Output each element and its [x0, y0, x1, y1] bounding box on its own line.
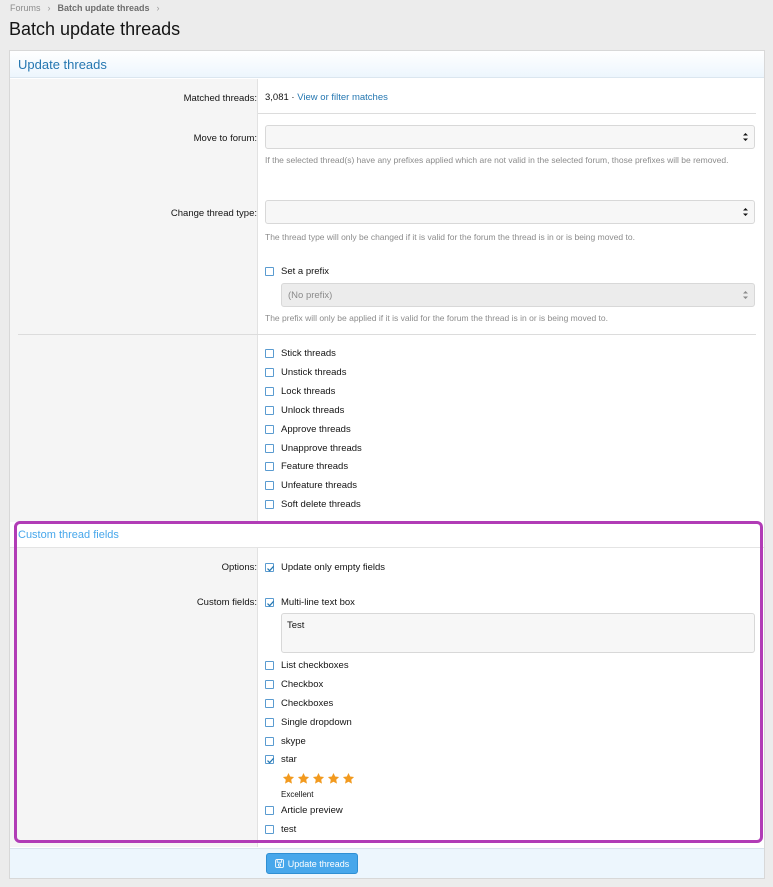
star-rating[interactable]	[282, 772, 355, 785]
checkbox-box[interactable]	[265, 597, 275, 607]
checkbox-unlock-threads[interactable]: Unlock threads	[265, 403, 344, 417]
checkbox-box[interactable]	[265, 736, 274, 746]
view-filter-matches-link[interactable]: View or filter matches	[297, 92, 388, 103]
breadcrumb: Forums › Batch update threads ›	[10, 3, 167, 13]
checkbox-approve-threads[interactable]: Approve threads	[265, 422, 351, 436]
updown-caret-icon	[743, 208, 748, 216]
star-icon[interactable]	[282, 772, 295, 785]
matched-threads-value: 3,081 · View or filter matches	[265, 92, 388, 103]
checkbox-box[interactable]	[265, 754, 275, 764]
set-prefix-checkbox-row[interactable]: Set a prefix	[265, 264, 329, 278]
matched-separator: ·	[288, 92, 298, 103]
star-icon[interactable]	[327, 772, 340, 785]
chevron-right-icon: ›	[156, 3, 160, 13]
checkbox-box[interactable]	[265, 386, 274, 396]
checkbox-box[interactable]	[265, 679, 274, 689]
checkbox-unapprove-threads[interactable]: Unapprove threads	[265, 441, 362, 455]
chevron-right-icon: ›	[47, 3, 51, 13]
form-footer: Update threads	[10, 848, 764, 878]
checkbox-box[interactable]	[265, 461, 274, 471]
checkbox-box[interactable]	[265, 660, 274, 670]
breadcrumb-batch-update[interactable]: Batch update threads	[58, 3, 150, 13]
breadcrumb-forums[interactable]: Forums	[10, 3, 41, 13]
prefix-select[interactable]: (No prefix)	[281, 283, 755, 307]
label-column: Matched threads: Move to forum: Change t…	[10, 79, 258, 847]
checkbox-checkboxes[interactable]: Checkboxes	[265, 696, 333, 710]
checkbox-box[interactable]	[265, 405, 274, 415]
checkbox-box[interactable]	[265, 698, 274, 708]
move-to-forum-select[interactable]	[265, 125, 755, 149]
checkbox-list-checkboxes[interactable]: List checkboxes	[265, 658, 349, 672]
checkbox-box[interactable]	[265, 805, 274, 815]
multi-line-textarea[interactable]: Test	[281, 613, 755, 653]
update-threads-block: Update threads Matched threads: Move to …	[9, 50, 765, 879]
checkbox-soft-delete-threads[interactable]: Soft delete threads	[265, 497, 361, 511]
matched-threads-label: Matched threads:	[183, 93, 257, 104]
check-icon	[267, 565, 275, 572]
thread-type-hint: The thread type will only be changed if …	[265, 232, 635, 242]
checkbox-box[interactable]	[265, 499, 274, 509]
checkbox-unstick-threads[interactable]: Unstick threads	[265, 365, 346, 379]
checkbox-box[interactable]	[265, 480, 274, 490]
checkbox-single-dropdown[interactable]: Single dropdown	[265, 715, 352, 729]
custom-fields-title: Custom thread fields	[18, 529, 119, 541]
checkbox-box[interactable]	[265, 424, 274, 434]
update-threads-button[interactable]: Update threads	[266, 853, 358, 874]
star-icon[interactable]	[312, 772, 325, 785]
checkbox-box[interactable]	[265, 443, 274, 453]
matched-count: 3,081	[265, 92, 289, 103]
check-icon	[267, 600, 275, 607]
prefix-hint: The prefix will only be applied if it is…	[265, 313, 609, 323]
custom-fields-label: Custom fields:	[196, 597, 257, 608]
checkbox-star[interactable]: star	[265, 752, 297, 766]
move-to-forum-label: Move to forum:	[193, 133, 257, 144]
block-title: Update threads	[18, 57, 107, 72]
block-header: Update threads	[10, 51, 764, 78]
checkbox-feature-threads[interactable]: Feature threads	[265, 459, 348, 473]
divider	[258, 113, 756, 114]
checkbox-box[interactable]	[265, 562, 275, 572]
change-thread-type-select[interactable]	[265, 200, 755, 224]
checkbox-unfeature-threads[interactable]: Unfeature threads	[265, 478, 357, 492]
checkbox-box[interactable]	[265, 348, 274, 358]
update-threads-button-label: Update threads	[287, 858, 350, 869]
set-prefix-checkbox[interactable]	[265, 266, 274, 276]
check-icon	[267, 757, 275, 764]
checkbox-box[interactable]	[265, 824, 274, 834]
change-thread-type-label: Change thread type:	[170, 208, 257, 219]
checkbox-update-only-empty[interactable]: Update only empty fields	[265, 560, 385, 574]
set-prefix-label: Set a prefix	[281, 265, 330, 277]
checkbox-checkbox[interactable]: Checkbox	[265, 677, 323, 691]
checkbox-box[interactable]	[265, 717, 274, 727]
checkbox-skype[interactable]: skype	[265, 734, 306, 748]
options-label: Options:	[221, 562, 257, 573]
star-icon[interactable]	[297, 772, 310, 785]
star-rating-caption: Excellent	[281, 790, 314, 799]
save-icon	[274, 859, 284, 868]
checkbox-lock-threads[interactable]: Lock threads	[265, 384, 335, 398]
checkbox-box[interactable]	[265, 367, 274, 377]
custom-fields-header: Custom thread fields	[10, 522, 764, 548]
checkbox-article-preview[interactable]: Article preview	[265, 803, 343, 817]
star-icon[interactable]	[342, 772, 355, 785]
divider	[18, 334, 756, 335]
checkbox-multi-line-text-box[interactable]: Multi-line text box	[265, 595, 355, 609]
updown-caret-icon	[743, 291, 748, 299]
move-to-forum-hint: If the selected thread(s) have any prefi…	[265, 155, 729, 165]
checkbox-test[interactable]: test	[265, 822, 296, 836]
checkbox-stick-threads[interactable]: Stick threads	[265, 346, 336, 360]
page-title: Batch update threads	[9, 19, 181, 39]
updown-caret-icon	[743, 133, 748, 141]
